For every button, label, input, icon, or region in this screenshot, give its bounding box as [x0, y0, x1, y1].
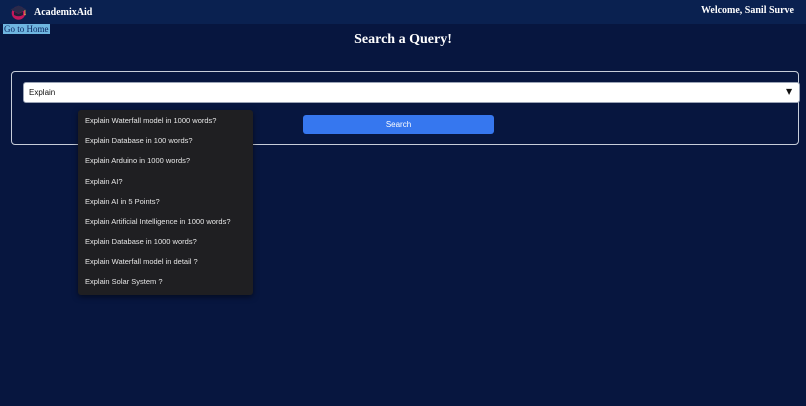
suggestion-item[interactable]: Explain Database in 100 words?: [85, 135, 193, 147]
graduation-cap-icon: [10, 5, 27, 20]
suggestion-item[interactable]: Explain Database in 1000 words?: [85, 236, 197, 248]
triangle-down-icon[interactable]: ▼: [786, 87, 792, 97]
welcome-message: Welcome, Sanil Surve: [700, 5, 794, 16]
brand-name: AcademixAid: [34, 6, 93, 18]
search-button[interactable]: Search: [303, 115, 494, 134]
suggestion-item[interactable]: Explain Arduino in 1000 words?: [85, 155, 190, 167]
suggestion-item[interactable]: Explain Artificial Intelligence in 1000 …: [85, 216, 231, 228]
navbar: AcademixAid Welcome, Sanil Surve: [0, 0, 806, 24]
suggestion-item[interactable]: Explain AI?: [85, 176, 123, 188]
suggestion-item[interactable]: Explain Waterfall model in 1000 words?: [85, 115, 216, 127]
suggestion-item[interactable]: Explain Waterfall model in detail ?: [85, 256, 198, 268]
page-title: Search a Query!: [354, 32, 452, 47]
suggestion-item[interactable]: Explain AI in 5 Points?: [85, 196, 160, 208]
suggestions-dropdown: Explain Waterfall model in 1000 words? E…: [78, 110, 253, 295]
suggestion-item[interactable]: Explain Solar System ?: [85, 276, 163, 288]
brand[interactable]: AcademixAid: [10, 4, 92, 20]
query-input[interactable]: [23, 82, 800, 103]
